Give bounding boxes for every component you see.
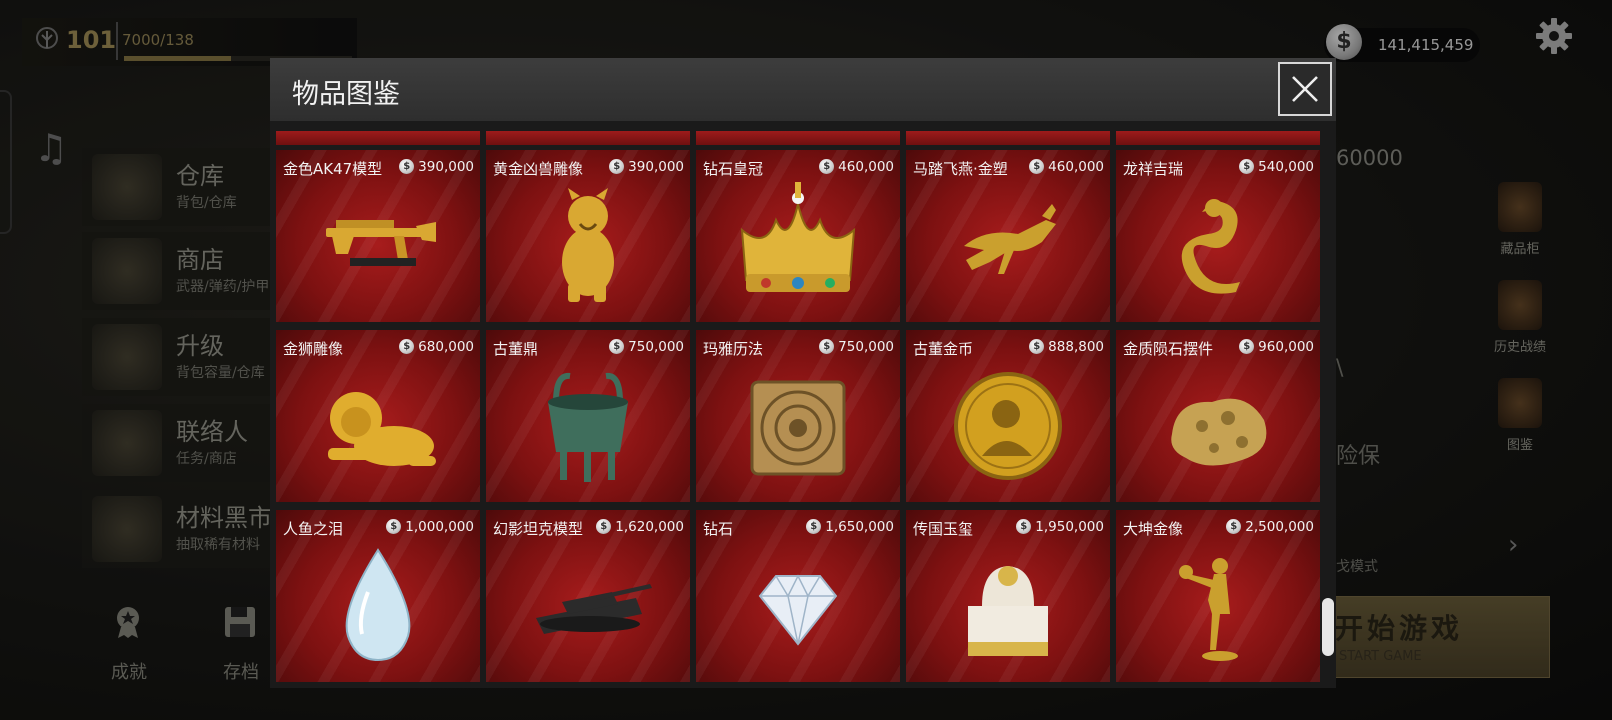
item-card[interactable]: 幻影坦克模型 1,620,000 $ — [486, 510, 690, 682]
item-name: 马踏飞燕·金塑 — [913, 160, 1008, 178]
item-price: 540,000 — [1258, 159, 1314, 175]
item-name: 龙祥吉瑞 — [1123, 160, 1184, 178]
item-card[interactable]: 古董金币 888,800 $ — [906, 330, 1110, 502]
item-card[interactable]: 金色AK47模型 390,000 $ — [276, 150, 480, 322]
item-card[interactable]: 金质陨石摆件 960,000 $ — [1116, 330, 1320, 502]
item-name: 人鱼之泪 — [283, 520, 344, 538]
modal-header: 物品图鉴 — [270, 58, 1336, 121]
item-name: 金狮雕像 — [283, 340, 344, 358]
item-card-partial[interactable] — [906, 131, 1110, 145]
item-price: 390,000 — [628, 159, 684, 175]
item-name: 玛雅历法 — [703, 340, 764, 358]
item-card[interactable]: 传国玉玺 1,950,000 $ — [906, 510, 1110, 682]
item-name: 幻影坦克模型 — [493, 520, 584, 538]
item-price: 390,000 — [418, 159, 474, 175]
item-card[interactable]: 黄金凶兽雕像 390,000 $ — [486, 150, 690, 322]
item-price: 750,000 — [838, 339, 894, 355]
close-button[interactable] — [1278, 62, 1332, 116]
item-card[interactable]: 马踏飞燕·金塑 460,000 $ — [906, 150, 1110, 322]
item-price: 888,800 — [1048, 339, 1104, 355]
item-name: 古董金币 — [913, 340, 974, 358]
item-price: 1,650,000 — [825, 519, 894, 535]
item-price: 2,500,000 — [1245, 519, 1314, 535]
scrollbar-thumb[interactable] — [1322, 598, 1334, 656]
item-name: 黄金凶兽雕像 — [493, 160, 584, 178]
item-card-partial[interactable] — [486, 131, 690, 145]
item-card-partial[interactable] — [276, 131, 480, 145]
item-price: 1,620,000 — [615, 519, 684, 535]
item-card[interactable]: 大坤金像 2,500,000 $ — [1116, 510, 1320, 682]
item-card[interactable]: 钻石 1,650,000 $ — [696, 510, 900, 682]
item-price: 460,000 — [1048, 159, 1104, 175]
item-name: 传国玉玺 — [913, 520, 974, 538]
item-price: 1,950,000 — [1035, 519, 1104, 535]
item-price: 460,000 — [838, 159, 894, 175]
item-name: 金色AK47模型 — [283, 160, 383, 178]
item-name: 钻石皇冠 — [703, 160, 764, 178]
item-price: 1,000,000 — [405, 519, 474, 535]
item-card[interactable]: 金狮雕像 680,000 $ — [276, 330, 480, 502]
item-price: 680,000 — [418, 339, 474, 355]
item-price: 750,000 — [628, 339, 684, 355]
item-card[interactable]: 龙祥吉瑞 540,000 $ — [1116, 150, 1320, 322]
item-card-partial[interactable] — [696, 131, 900, 145]
item-card[interactable]: 人鱼之泪 1,000,000 $ — [276, 510, 480, 682]
item-price: 960,000 — [1258, 339, 1314, 355]
item-card-partial[interactable] — [1116, 131, 1320, 145]
item-name: 大坤金像 — [1123, 520, 1184, 538]
close-icon — [1292, 76, 1318, 102]
item-name: 古董鼎 — [493, 340, 539, 358]
item-card[interactable]: 古董鼎 750,000 $ — [486, 330, 690, 502]
item-name: 金质陨石摆件 — [1123, 340, 1214, 358]
item-card[interactable]: 玛雅历法 750,000 $ — [696, 330, 900, 502]
modal-title: 物品图鉴 — [292, 79, 400, 110]
item-card[interactable]: 钻石皇冠 460,000 $ — [696, 150, 900, 322]
item-name: 钻石 — [703, 520, 734, 538]
